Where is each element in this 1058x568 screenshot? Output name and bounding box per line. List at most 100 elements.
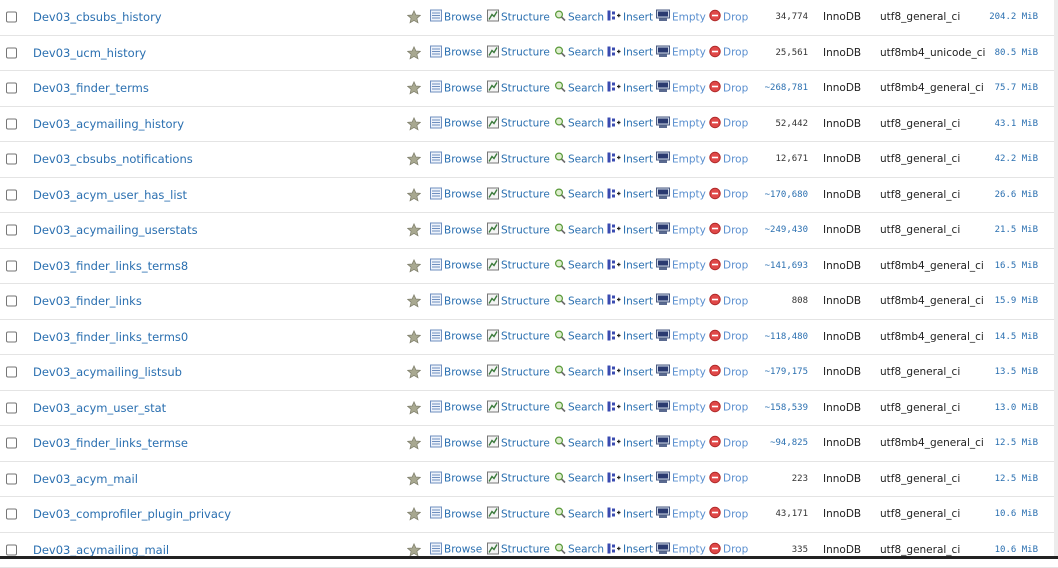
- empty-action[interactable]: Empty: [656, 258, 706, 273]
- favorite-star-icon[interactable]: [407, 507, 421, 521]
- table-size[interactable]: 13.0 MiB: [995, 403, 1038, 413]
- structure-action[interactable]: Structure: [487, 81, 550, 96]
- empty-action[interactable]: Empty: [656, 436, 706, 451]
- empty-action[interactable]: Empty: [656, 10, 706, 25]
- drop-action[interactable]: Drop: [709, 45, 748, 60]
- row-checkbox[interactable]: [6, 367, 17, 378]
- row-checkbox[interactable]: [6, 402, 17, 413]
- search-action[interactable]: Search: [554, 365, 604, 380]
- scrollbar-track[interactable]: [1054, 0, 1058, 559]
- browse-action[interactable]: Browse: [430, 294, 482, 309]
- search-action[interactable]: Search: [554, 223, 604, 238]
- search-action[interactable]: Search: [554, 258, 604, 273]
- structure-action[interactable]: Structure: [487, 471, 550, 486]
- table-name-link[interactable]: Dev03_acym_user_has_list: [33, 188, 187, 202]
- favorite-star-icon[interactable]: [407, 401, 421, 415]
- insert-action[interactable]: Insert: [607, 329, 653, 344]
- structure-action[interactable]: Structure: [487, 10, 550, 25]
- row-checkbox[interactable]: [6, 225, 17, 236]
- search-action[interactable]: Search: [554, 187, 604, 202]
- search-action[interactable]: Search: [554, 400, 604, 415]
- table-name-link[interactable]: Dev03_acymailing_listsub: [33, 365, 182, 379]
- row-count[interactable]: ~268,781: [765, 83, 808, 93]
- row-checkbox[interactable]: [6, 260, 17, 271]
- drop-action[interactable]: Drop: [709, 471, 748, 486]
- row-count[interactable]: ~249,430: [765, 225, 808, 235]
- structure-action[interactable]: Structure: [487, 294, 550, 309]
- row-checkbox[interactable]: [6, 118, 17, 129]
- table-name-link[interactable]: Dev03_acymailing_history: [33, 117, 184, 131]
- drop-action[interactable]: Drop: [709, 436, 748, 451]
- table-name-link[interactable]: Dev03_finder_links_terms8: [33, 259, 188, 273]
- favorite-star-icon[interactable]: [407, 259, 421, 273]
- browse-action[interactable]: Browse: [430, 258, 482, 273]
- table-size[interactable]: 14.5 MiB: [995, 332, 1038, 342]
- browse-action[interactable]: Browse: [430, 507, 482, 522]
- row-checkbox[interactable]: [6, 544, 17, 555]
- table-size[interactable]: 204.2 MiB: [989, 12, 1038, 22]
- empty-action[interactable]: Empty: [656, 329, 706, 344]
- structure-action[interactable]: Structure: [487, 116, 550, 131]
- table-name-link[interactable]: Dev03_finder_links: [33, 294, 142, 308]
- empty-action[interactable]: Empty: [656, 45, 706, 60]
- empty-action[interactable]: Empty: [656, 400, 706, 415]
- table-name-link[interactable]: Dev03_finder_terms: [33, 81, 149, 95]
- browse-action[interactable]: Browse: [430, 116, 482, 131]
- table-size[interactable]: 75.7 MiB: [995, 83, 1038, 93]
- browse-action[interactable]: Browse: [430, 365, 482, 380]
- row-checkbox[interactable]: [6, 154, 17, 165]
- insert-action[interactable]: Insert: [607, 45, 653, 60]
- insert-action[interactable]: Insert: [607, 258, 653, 273]
- table-name-link[interactable]: Dev03_acymailing_mail: [33, 543, 169, 557]
- browse-action[interactable]: Browse: [430, 152, 482, 167]
- favorite-star-icon[interactable]: [407, 10, 421, 24]
- search-action[interactable]: Search: [554, 294, 604, 309]
- row-checkbox[interactable]: [6, 12, 17, 23]
- favorite-star-icon[interactable]: [407, 188, 421, 202]
- drop-action[interactable]: Drop: [709, 81, 748, 96]
- insert-action[interactable]: Insert: [607, 365, 653, 380]
- structure-action[interactable]: Structure: [487, 542, 550, 557]
- drop-action[interactable]: Drop: [709, 365, 748, 380]
- row-checkbox[interactable]: [6, 189, 17, 200]
- row-checkbox[interactable]: [6, 83, 17, 94]
- drop-action[interactable]: Drop: [709, 294, 748, 309]
- browse-action[interactable]: Browse: [430, 10, 482, 25]
- row-count[interactable]: ~94,825: [770, 438, 808, 448]
- search-action[interactable]: Search: [554, 116, 604, 131]
- table-size[interactable]: 16.5 MiB: [995, 261, 1038, 271]
- table-size[interactable]: 80.5 MiB: [995, 48, 1038, 58]
- structure-action[interactable]: Structure: [487, 400, 550, 415]
- table-name-link[interactable]: Dev03_acym_user_stat: [33, 401, 166, 415]
- insert-action[interactable]: Insert: [607, 223, 653, 238]
- favorite-star-icon[interactable]: [407, 81, 421, 95]
- search-action[interactable]: Search: [554, 81, 604, 96]
- insert-action[interactable]: Insert: [607, 436, 653, 451]
- search-action[interactable]: Search: [554, 471, 604, 486]
- table-size[interactable]: 15.9 MiB: [995, 296, 1038, 306]
- table-size[interactable]: 13.5 MiB: [995, 367, 1038, 377]
- insert-action[interactable]: Insert: [607, 10, 653, 25]
- row-checkbox[interactable]: [6, 331, 17, 342]
- empty-action[interactable]: Empty: [656, 542, 706, 557]
- favorite-star-icon[interactable]: [407, 117, 421, 131]
- row-count[interactable]: ~118,480: [765, 332, 808, 342]
- table-size[interactable]: 10.6 MiB: [995, 509, 1038, 519]
- empty-action[interactable]: Empty: [656, 187, 706, 202]
- drop-action[interactable]: Drop: [709, 329, 748, 344]
- drop-action[interactable]: Drop: [709, 223, 748, 238]
- search-action[interactable]: Search: [554, 10, 604, 25]
- drop-action[interactable]: Drop: [709, 507, 748, 522]
- structure-action[interactable]: Structure: [487, 187, 550, 202]
- insert-action[interactable]: Insert: [607, 294, 653, 309]
- browse-action[interactable]: Browse: [430, 542, 482, 557]
- browse-action[interactable]: Browse: [430, 436, 482, 451]
- favorite-star-icon[interactable]: [407, 46, 421, 60]
- browse-action[interactable]: Browse: [430, 400, 482, 415]
- row-count[interactable]: ~170,680: [765, 190, 808, 200]
- insert-action[interactable]: Insert: [607, 116, 653, 131]
- insert-action[interactable]: Insert: [607, 471, 653, 486]
- favorite-star-icon[interactable]: [407, 223, 421, 237]
- insert-action[interactable]: Insert: [607, 152, 653, 167]
- row-checkbox[interactable]: [6, 296, 17, 307]
